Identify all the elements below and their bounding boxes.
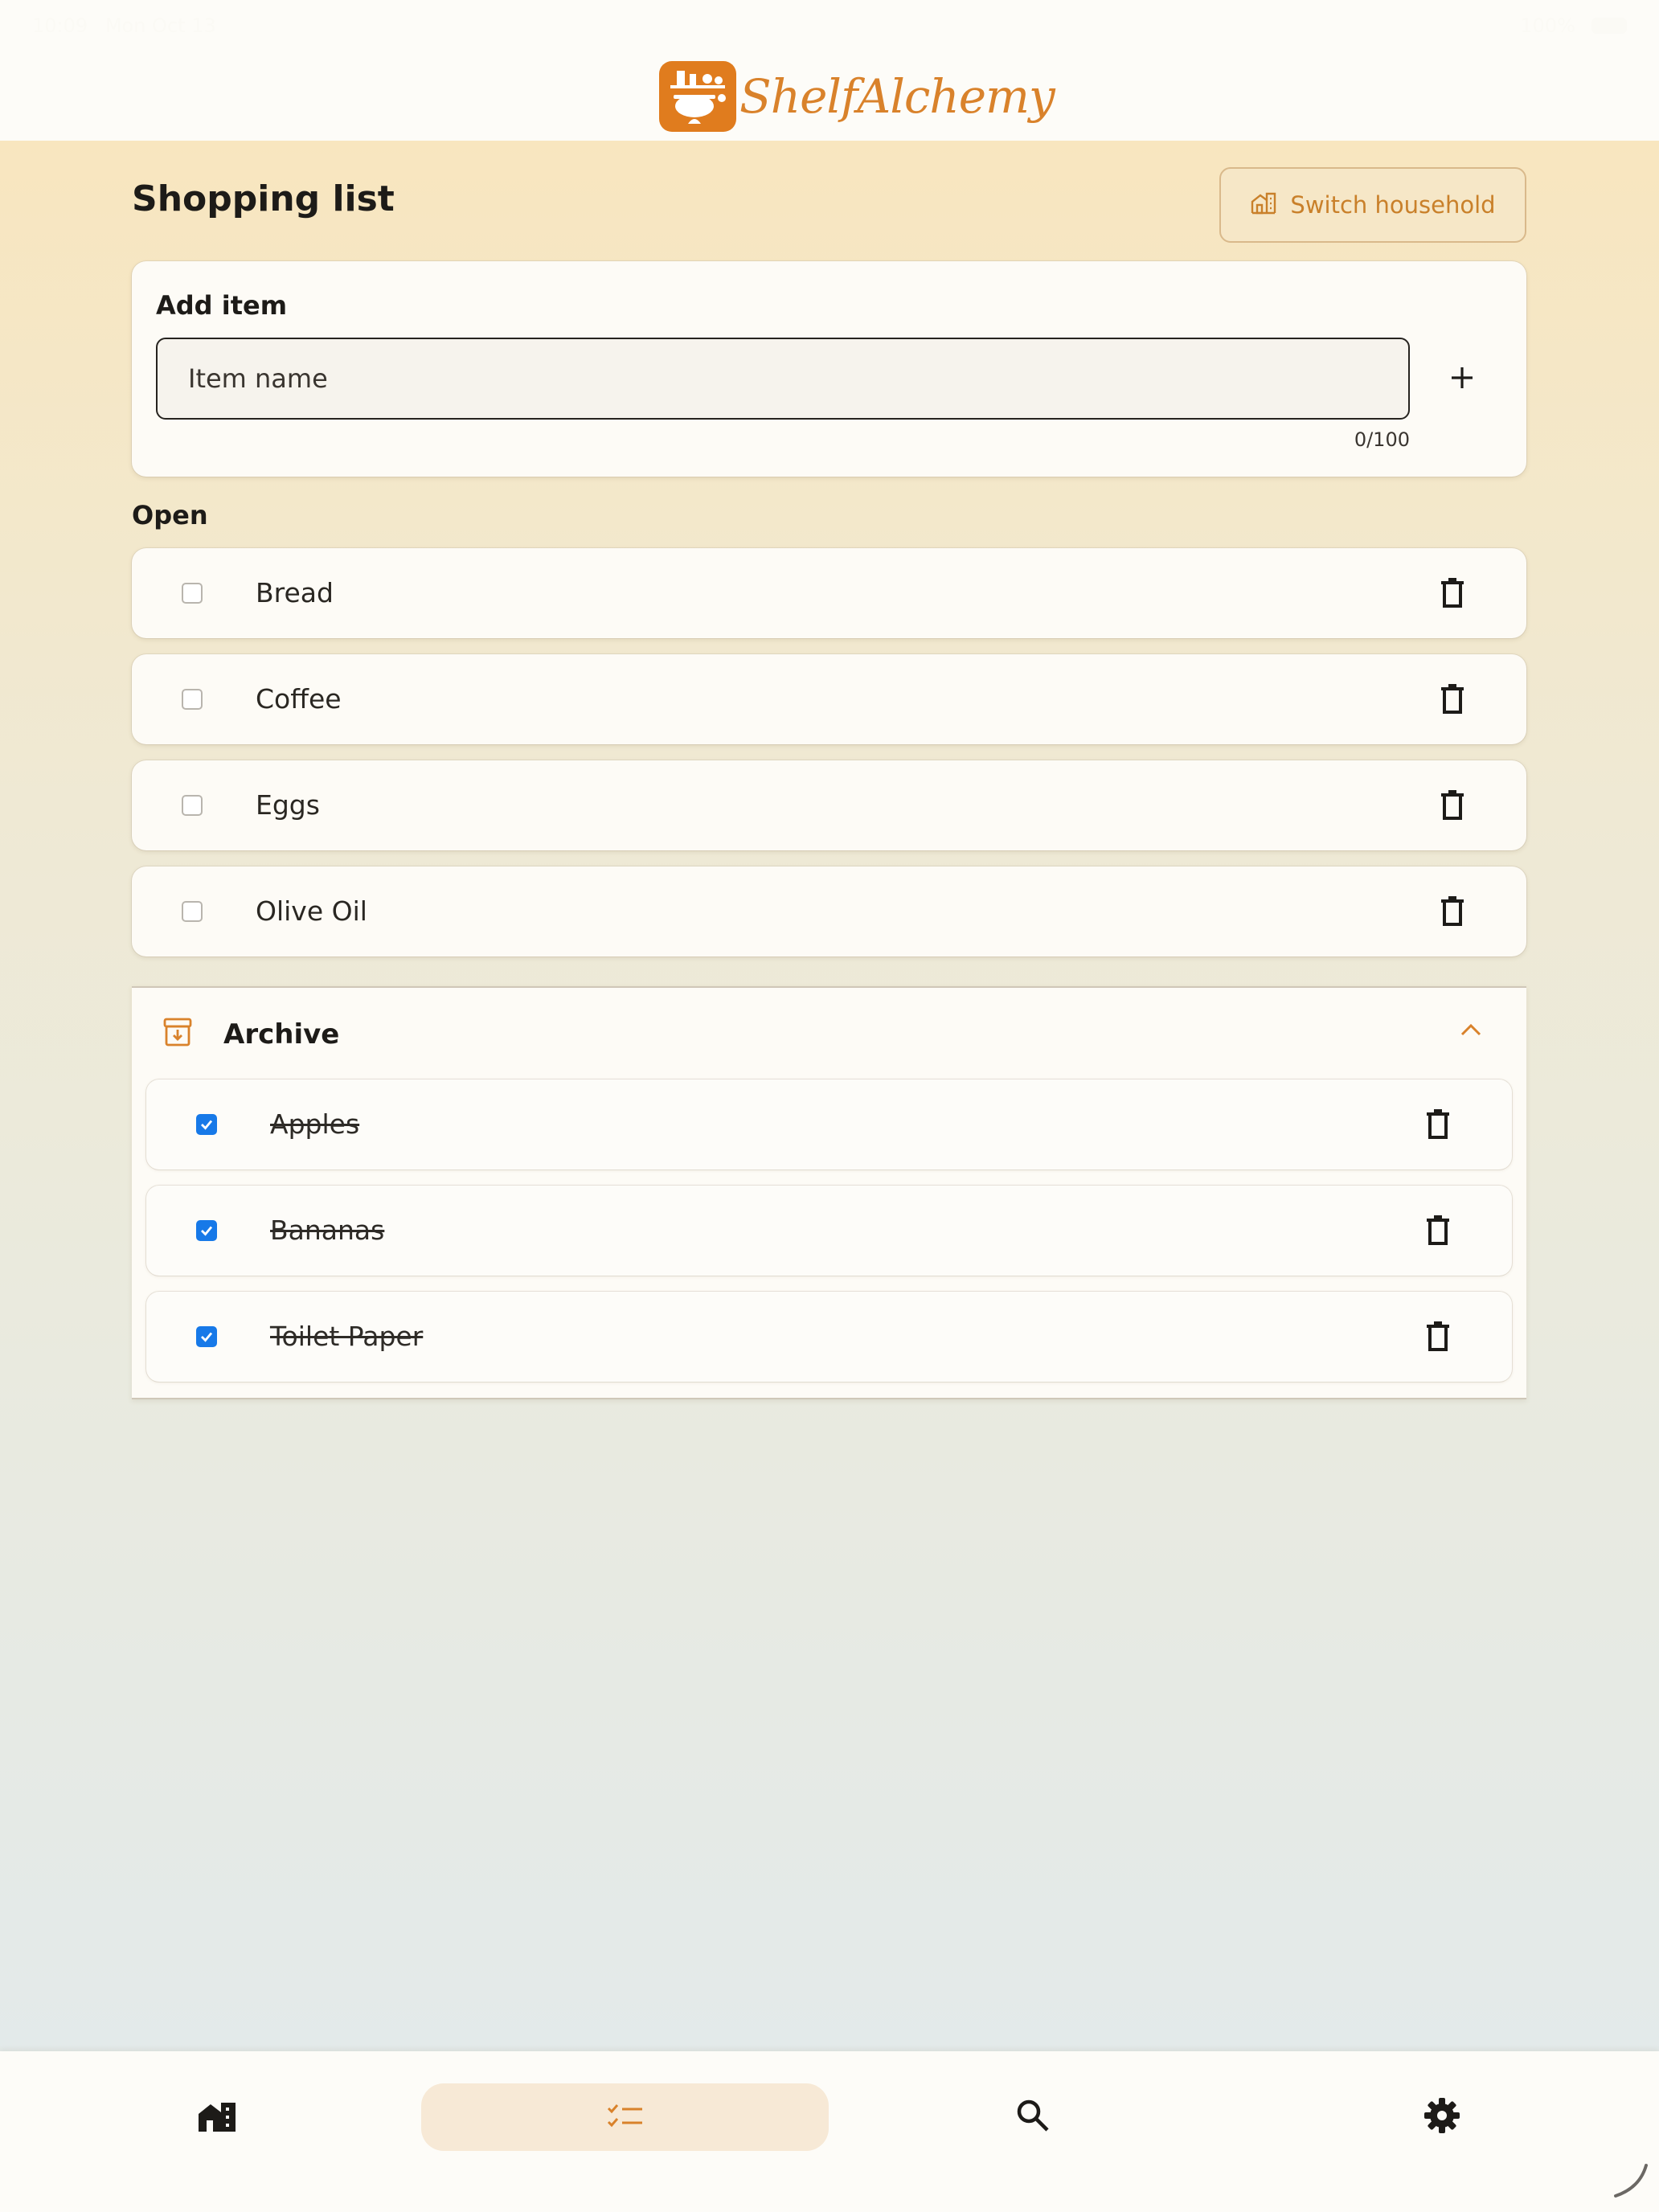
status-bar: 10:09 Mon Oct 13 100% xyxy=(32,14,1627,47)
trash-icon xyxy=(1427,1321,1449,1351)
checkmark-icon xyxy=(201,1120,213,1130)
app-logo: ShelfAlchemy xyxy=(659,61,1055,132)
trash-icon xyxy=(1441,896,1464,926)
add-item-card: Add item 0/100 xyxy=(132,261,1526,477)
list-item: Olive Oil xyxy=(132,866,1526,956)
trash-icon xyxy=(1441,684,1464,714)
nav-shopping-list[interactable] xyxy=(421,2083,829,2151)
nav-household[interactable] xyxy=(177,2083,257,2151)
cauldron-logo-icon xyxy=(659,61,736,132)
archive-box-icon xyxy=(162,1017,193,1051)
delete-item-button[interactable] xyxy=(1423,1108,1452,1141)
delete-item-button[interactable] xyxy=(1423,1215,1452,1247)
item-name-input[interactable] xyxy=(156,338,1410,420)
page-title: Shopping list xyxy=(132,178,395,219)
archived-list-item: Apples xyxy=(146,1079,1512,1169)
delete-item-button[interactable] xyxy=(1438,895,1467,928)
list-item: Bread xyxy=(132,548,1526,638)
add-item-label: Add item xyxy=(156,290,288,321)
item-name: Olive Oil xyxy=(256,895,367,927)
item-checkbox[interactable] xyxy=(182,901,203,922)
item-checkbox-checked[interactable] xyxy=(196,1220,217,1241)
settings-gear-icon xyxy=(1423,2097,1460,2137)
add-item-button[interactable] xyxy=(1434,351,1490,408)
checklist-icon xyxy=(607,2102,644,2132)
trash-icon xyxy=(1427,1215,1449,1245)
item-name: Eggs xyxy=(256,789,320,821)
item-checkbox[interactable] xyxy=(182,689,203,710)
item-name: Bananas xyxy=(270,1215,385,1246)
top-app-bar: 10:09 Mon Oct 13 100% ShelfAlchemy xyxy=(0,0,1659,141)
archive-header-toggle[interactable]: Archive xyxy=(223,1018,339,1051)
archived-list-item: Toilet Paper xyxy=(146,1292,1512,1382)
checkmark-icon xyxy=(201,1332,213,1342)
list-item: Coffee xyxy=(132,654,1526,744)
open-section-label: Open xyxy=(132,500,208,530)
switch-household-button[interactable]: Switch household xyxy=(1219,167,1526,243)
battery-percent: 100% xyxy=(1520,14,1575,37)
household-switch-icon xyxy=(1250,190,1277,220)
checkmark-icon xyxy=(201,1226,213,1236)
item-name: Toilet Paper xyxy=(270,1321,424,1352)
search-icon xyxy=(1016,2099,1050,2136)
app-name: ShelfAlchemy xyxy=(739,69,1055,124)
item-checkbox[interactable] xyxy=(182,795,203,816)
battery-icon xyxy=(1591,18,1627,34)
trash-icon xyxy=(1441,578,1464,608)
list-item: Eggs xyxy=(132,760,1526,850)
item-name: Coffee xyxy=(256,683,342,715)
nav-settings[interactable] xyxy=(1402,2083,1482,2151)
archive-panel: Archive Apples Bananas Toilet Paper xyxy=(132,986,1526,1399)
status-date: Mon Oct 13 xyxy=(104,14,216,37)
item-checkbox[interactable] xyxy=(182,583,203,604)
item-name: Apples xyxy=(270,1108,360,1140)
trash-icon xyxy=(1427,1109,1449,1139)
nav-search[interactable] xyxy=(993,2083,1073,2151)
plus-icon xyxy=(1450,366,1474,393)
status-time: 10:09 xyxy=(32,14,88,37)
delete-item-button[interactable] xyxy=(1423,1321,1452,1353)
item-checkbox-checked[interactable] xyxy=(196,1114,217,1135)
delete-item-button[interactable] xyxy=(1438,577,1467,609)
archived-list-item: Bananas xyxy=(146,1186,1512,1276)
character-counter: 0/100 xyxy=(1354,428,1410,451)
window-resize-handle-icon[interactable] xyxy=(1611,2161,1651,2204)
household-icon xyxy=(197,2098,237,2136)
delete-item-button[interactable] xyxy=(1438,789,1467,821)
item-name: Bread xyxy=(256,577,334,608)
delete-item-button[interactable] xyxy=(1438,683,1467,715)
item-checkbox-checked[interactable] xyxy=(196,1326,217,1347)
trash-icon xyxy=(1441,790,1464,820)
switch-household-label: Switch household xyxy=(1290,191,1496,219)
bottom-navigation xyxy=(0,2051,1659,2212)
chevron-up-icon[interactable] xyxy=(1460,1023,1481,1039)
